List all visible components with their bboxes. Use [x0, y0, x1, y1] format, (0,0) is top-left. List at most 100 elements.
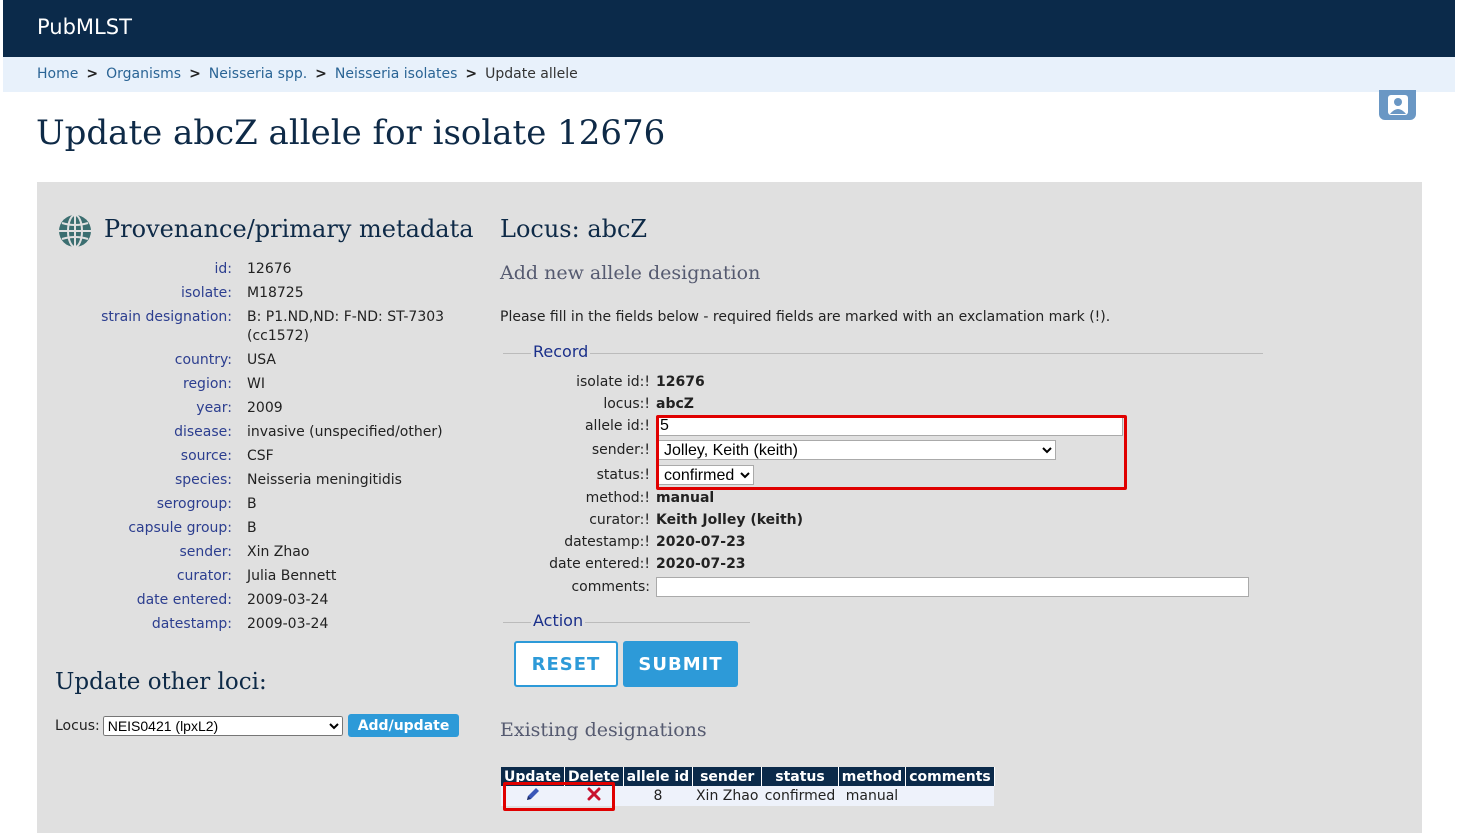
top-bar: PubMLST — [3, 0, 1455, 57]
field-label: sender:! — [591, 442, 650, 458]
metadata-key: datestamp: — [151, 616, 232, 632]
datestamp-value: 2020-07-23 — [656, 534, 746, 550]
metadata-key: disease: — [174, 424, 232, 440]
record-row-curator: curator:! Keith Jolley (keith) — [500, 509, 1300, 531]
existing-designations-title: Existing designations — [500, 719, 707, 741]
metadata-key: source: — [180, 448, 232, 464]
field-label: locus:! — [603, 396, 650, 412]
column-header-comments: comments — [905, 767, 995, 786]
metadata-row-species: species: Neisseria meningitidis — [37, 471, 467, 490]
method-cell: manual — [838, 786, 906, 806]
metadata-row-source: source: CSF — [37, 447, 467, 466]
locus-title: Locus: abcZ — [500, 215, 648, 243]
site-brand[interactable]: PubMLST — [37, 15, 132, 39]
record-row-locus: locus:! abcZ — [500, 393, 1300, 415]
locus-select-label: Locus: — [55, 717, 100, 734]
metadata-value: 2009 — [247, 400, 283, 416]
date-entered-value: 2020-07-23 — [656, 556, 746, 572]
metadata-row-curator: curator: Julia Bennett — [37, 567, 467, 586]
metadata-row-date-entered: date entered: 2009-03-24 — [37, 591, 467, 610]
field-label: method:! — [585, 490, 650, 506]
page-title: Update abcZ allele for isolate 12676 — [36, 113, 666, 153]
user-icon — [1387, 95, 1408, 115]
breadcrumb-home[interactable]: Home — [37, 66, 78, 82]
breadcrumb-separator: > — [86, 66, 99, 82]
metadata-key: year: — [196, 400, 232, 416]
main-panel: Provenance/primary metadata id: 12676 iso… — [37, 182, 1422, 833]
breadcrumb-separator: > — [465, 66, 478, 82]
metadata-value: B — [247, 520, 257, 536]
metadata-value: 12676 — [247, 261, 292, 277]
column-header-allele-id: allele id — [623, 767, 694, 786]
add-update-button[interactable]: Add/update — [347, 714, 460, 737]
metadata-value: CSF — [247, 448, 274, 464]
metadata-value: 2009-03-24 — [247, 592, 329, 608]
field-label: isolate id:! — [576, 374, 650, 390]
breadcrumb-database[interactable]: Neisseria isolates — [335, 66, 457, 82]
submit-button[interactable]: SUBMIT — [623, 641, 738, 687]
action-legend: Action — [531, 611, 586, 630]
metadata-row-year: year: 2009 — [37, 399, 467, 418]
metadata-key: strain designation: — [101, 309, 232, 325]
record-row-datestamp: datestamp:! 2020-07-23 — [500, 531, 1300, 553]
metadata-value: B — [247, 496, 257, 512]
locus-select[interactable]: NEIS0421 (lpxL2) — [102, 715, 343, 736]
update-other-loci-title: Update other loci: — [55, 669, 267, 695]
user-account-button[interactable] — [1379, 90, 1416, 120]
reset-button[interactable]: RESET — [514, 641, 618, 687]
status-cell: confirmed — [761, 786, 839, 806]
record-row-date-entered: date entered:! 2020-07-23 — [500, 553, 1300, 575]
field-label: allele id:! — [584, 418, 650, 434]
metadata-key: capsule group: — [128, 520, 232, 536]
metadata-value: 2009-03-24 — [247, 616, 329, 632]
metadata-value: invasive (unspecified/other) — [247, 424, 443, 440]
field-label: date entered:! — [549, 556, 650, 572]
field-label: curator:! — [589, 512, 650, 528]
field-label: datestamp:! — [564, 534, 650, 550]
isolate-id-value: 12676 — [656, 374, 705, 390]
metadata-row-disease: disease: invasive (unspecified/other) — [37, 423, 467, 442]
metadata-key: id: — [214, 261, 233, 277]
breadcrumb-organisms[interactable]: Organisms — [106, 66, 181, 82]
record-fieldset-border — [503, 353, 1263, 354]
metadata-row-serogroup: serogroup: B — [37, 495, 467, 514]
allele-id-cell: 8 — [623, 786, 693, 806]
update-other-loci-form: Locus: NEIS0421 (lpxL2) Add/update — [55, 714, 460, 737]
record-row-isolate-id: isolate id:! 12676 — [500, 371, 1300, 393]
method-value: manual — [656, 490, 715, 506]
breadcrumb-separator: > — [315, 66, 327, 82]
metadata-key: country: — [174, 352, 232, 368]
metadata-value: Neisseria meningitidis — [247, 472, 402, 488]
breadcrumb: Home > Organisms > Neisseria spp. > Neisseria … — [3, 57, 1455, 92]
form-instructions: Please fill in the fields below - requir… — [500, 309, 1111, 325]
metadata-value: M18725 — [247, 285, 304, 301]
metadata-row-country: country: USA — [37, 351, 467, 370]
sender-cell: Xin Zhao — [692, 786, 762, 806]
metadata-row-datestamp: datestamp: 2009-03-24 — [37, 615, 467, 634]
metadata-value: B: P1.ND,ND: F-ND: ST-7303 (cc1572) — [247, 309, 445, 344]
breadcrumb-genus[interactable]: Neisseria spp. — [209, 66, 307, 82]
globe-icon — [59, 214, 91, 248]
metadata-key: region: — [183, 376, 232, 392]
curator-value: Keith Jolley (keith) — [656, 512, 804, 528]
field-label: comments: — [571, 579, 650, 595]
metadata-row-isolate: isolate: M18725 — [37, 284, 467, 303]
metadata-value: USA — [247, 352, 276, 368]
metadata-value: Julia Bennett — [247, 568, 337, 584]
metadata-row-id: id: 12676 — [37, 260, 467, 279]
highlight-box-fields — [656, 415, 1127, 490]
metadata-row-strain-designation: strain designation: B: P1.ND,ND: F-ND: ST… — [37, 308, 467, 346]
record-row-method: method:! manual — [500, 487, 1300, 509]
comments-input[interactable] — [656, 577, 1249, 597]
metadata-key: serogroup: — [156, 496, 232, 512]
metadata-value: Xin Zhao — [247, 544, 310, 560]
column-header-status: status — [761, 767, 839, 786]
column-header-method: method — [838, 767, 907, 786]
record-legend: Record — [531, 342, 591, 361]
add-designation-subtitle: Add new allele designation — [500, 262, 761, 284]
metadata-key: date entered: — [136, 592, 232, 608]
metadata-row-sender: sender: Xin Zhao — [37, 543, 467, 562]
provenance-metadata-list: id: 12676 isolate: M18725 strain designati… — [37, 260, 467, 639]
locus-value: abcZ — [656, 396, 694, 412]
metadata-row-region: region: WI — [37, 375, 467, 394]
